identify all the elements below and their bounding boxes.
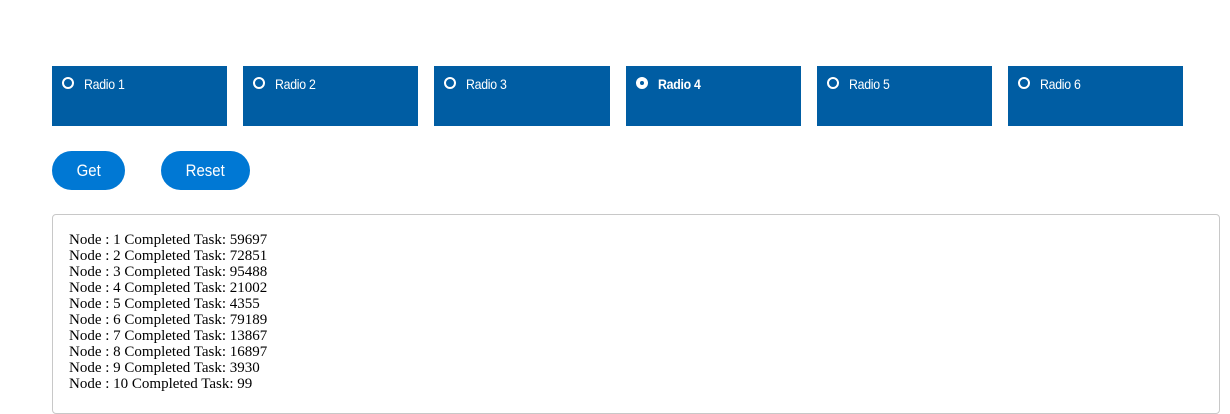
output-line: Node : 10 Completed Task: 99: [69, 376, 253, 392]
radio-label: Radio 4: [658, 76, 701, 92]
radio-label: Radio 2: [275, 76, 316, 92]
output-line: Node : 9 Completed Task: 3930: [69, 360, 260, 376]
output-line: Node : 5 Completed Task: 4355: [69, 296, 260, 312]
radio-circle-icon[interactable]: [636, 77, 648, 89]
output-line: Node : 4 Completed Task: 21002: [69, 280, 268, 296]
radio-circle-icon[interactable]: [827, 77, 839, 89]
output-line: Node : 8 Completed Task: 16897: [69, 344, 268, 360]
radio-label: Radio 6: [1040, 76, 1081, 92]
get-button-label: Get: [76, 161, 101, 180]
output-panel: Node : 1 Completed Task: 59697 Node : 2 …: [52, 214, 1220, 414]
reset-button[interactable]: Reset: [161, 151, 250, 190]
radio-label: Radio 3: [466, 76, 507, 92]
radio-circle-icon[interactable]: [253, 77, 265, 89]
radio-option-2[interactable]: Radio 2: [243, 66, 418, 126]
radio-option-6[interactable]: Radio 6: [1008, 66, 1183, 126]
reset-button-label: Reset: [185, 161, 226, 180]
output-line: Node : 3 Completed Task: 95488: [69, 264, 268, 280]
radio-group: Radio 1 Radio 2 Radio 3 Radio 4 Radio 5 …: [52, 66, 1183, 126]
output-line: Node : 2 Completed Task: 72851: [69, 248, 268, 264]
radio-circle-icon[interactable]: [444, 77, 456, 89]
radio-label: Radio 1: [84, 76, 125, 92]
output-line: Node : 1 Completed Task: 59697: [69, 232, 268, 248]
radio-option-3[interactable]: Radio 3: [434, 66, 610, 126]
radio-circle-icon[interactable]: [1018, 77, 1030, 89]
radio-label: Radio 5: [849, 76, 890, 92]
radio-option-5[interactable]: Radio 5: [817, 66, 992, 126]
get-button[interactable]: Get: [52, 151, 125, 190]
output-line: Node : 6 Completed Task: 79189: [69, 312, 268, 328]
radio-circle-icon[interactable]: [62, 77, 74, 89]
output-line: Node : 7 Completed Task: 13867: [69, 328, 268, 344]
radio-option-4[interactable]: Radio 4: [626, 66, 801, 126]
radio-option-1[interactable]: Radio 1: [52, 66, 227, 126]
